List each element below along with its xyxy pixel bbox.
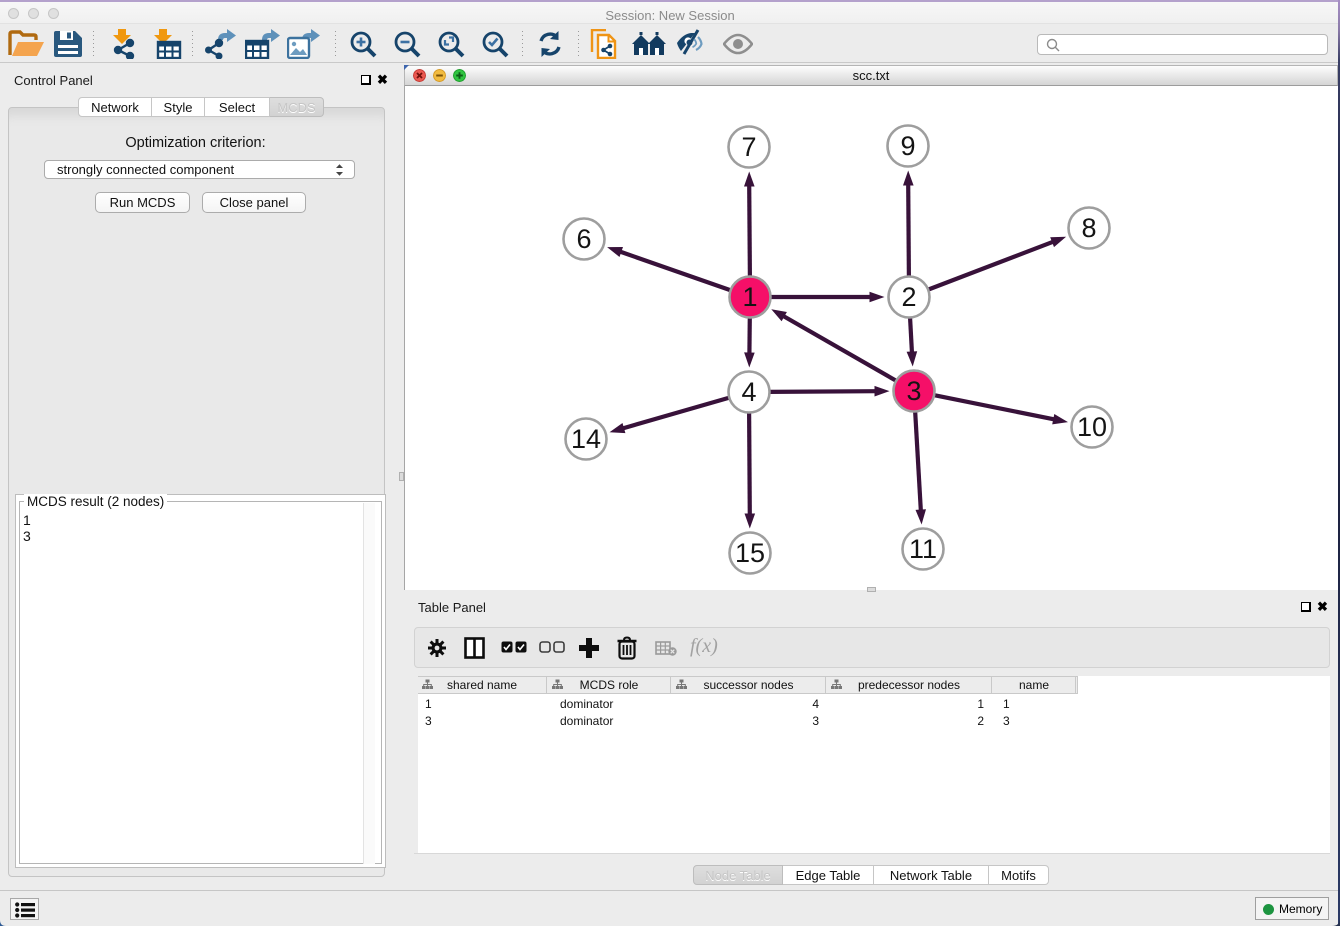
svg-text:7: 7 bbox=[741, 132, 756, 162]
svg-text:14: 14 bbox=[571, 424, 601, 454]
svg-text:8: 8 bbox=[1081, 213, 1096, 243]
svg-text:3: 3 bbox=[906, 376, 921, 406]
svg-text:15: 15 bbox=[735, 538, 765, 568]
svg-text:9: 9 bbox=[900, 131, 915, 161]
svg-text:11: 11 bbox=[909, 534, 937, 564]
svg-text:1: 1 bbox=[742, 282, 757, 312]
svg-text:4: 4 bbox=[741, 377, 756, 407]
svg-text:10: 10 bbox=[1077, 412, 1107, 442]
svg-text:6: 6 bbox=[576, 224, 591, 254]
svg-text:2: 2 bbox=[901, 282, 916, 312]
